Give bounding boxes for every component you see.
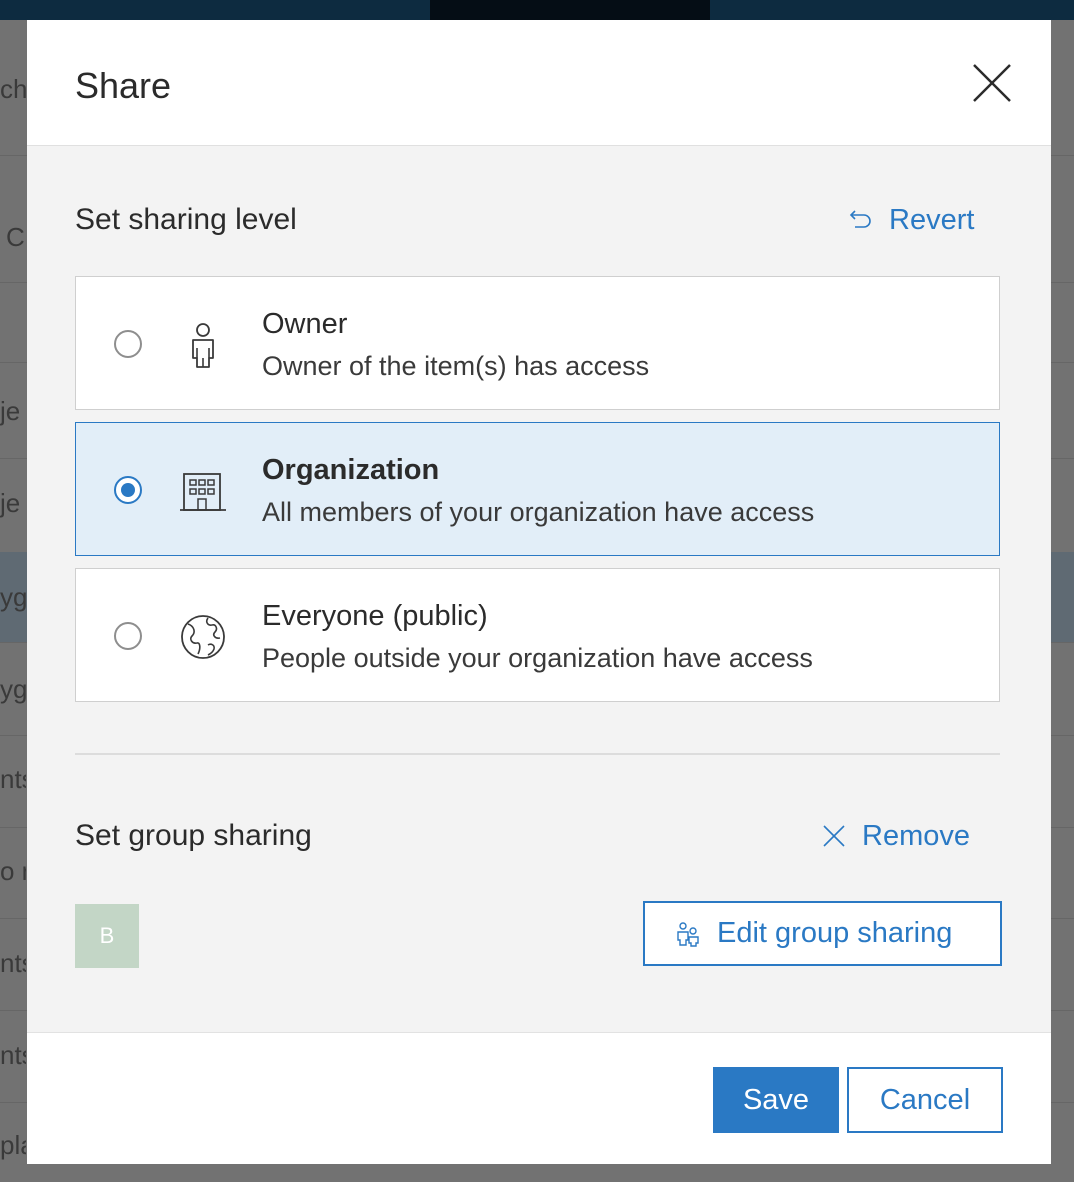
owner-description: Owner of the item(s) has access: [262, 351, 650, 381]
dialog-title: Share: [75, 65, 172, 106]
owner-radio[interactable]: [114, 330, 142, 358]
remove-button[interactable]: Remove: [822, 818, 970, 854]
close-icon: [823, 825, 845, 847]
everyone-title: Everyone (public): [262, 600, 488, 632]
everyone-radio[interactable]: [114, 622, 142, 650]
revert-button[interactable]: Revert: [847, 202, 974, 238]
dialog-footer: Save Cancel: [27, 1032, 1051, 1164]
revert-label: Revert: [889, 204, 975, 236]
revert-icon: [849, 210, 871, 228]
everyone-description: People outside your organization have ac…: [262, 643, 813, 673]
organization-description: All members of your organization have ac…: [262, 497, 815, 527]
share-dialog: Share Set sharing level Revert Owner Own…: [27, 20, 1051, 1164]
sharing-option-organization[interactable]: Organization All members of your organiz…: [75, 422, 1000, 556]
background-top-bar-dark: [430, 0, 710, 20]
background-text: nts: [0, 948, 26, 978]
close-icon: [973, 64, 1011, 102]
background-text: pla: [0, 1130, 26, 1160]
edit-group-sharing-button[interactable]: Edit group sharing: [643, 901, 1002, 966]
edit-group-sharing-label: Edit group sharing: [717, 917, 953, 949]
background-text: nts: [0, 1040, 26, 1070]
sharing-option-owner[interactable]: Owner Owner of the item(s) has access: [75, 276, 1000, 410]
group-avatar[interactable]: B: [75, 904, 139, 968]
cancel-button[interactable]: Cancel: [847, 1067, 1003, 1133]
background-text: yg: [0, 674, 26, 704]
person-icon: [192, 323, 214, 368]
section-divider: [75, 753, 1000, 755]
background-text: ch: [0, 74, 26, 104]
background-top-bar: [0, 0, 1074, 20]
globe-icon: [181, 615, 225, 659]
background-text: nts: [0, 764, 26, 794]
owner-title: Owner: [262, 308, 348, 340]
dialog-header: Share: [27, 20, 1051, 146]
background-text: yg: [0, 582, 26, 612]
background-text: je: [0, 488, 21, 518]
background-text: C: [6, 222, 25, 252]
organization-title: Organization: [262, 454, 440, 486]
remove-label: Remove: [862, 820, 970, 852]
building-icon: [180, 473, 226, 511]
sharing-option-everyone[interactable]: Everyone (public) People outside your or…: [75, 568, 1000, 702]
background-text: o n: [0, 856, 26, 886]
group-icon: [677, 921, 699, 947]
close-button[interactable]: [969, 60, 1015, 106]
background-text: je: [0, 396, 21, 426]
organization-radio[interactable]: [114, 476, 142, 504]
save-button[interactable]: Save: [713, 1067, 839, 1133]
sharing-level-title: Set sharing level: [75, 203, 297, 236]
group-sharing-title: Set group sharing: [75, 819, 312, 852]
